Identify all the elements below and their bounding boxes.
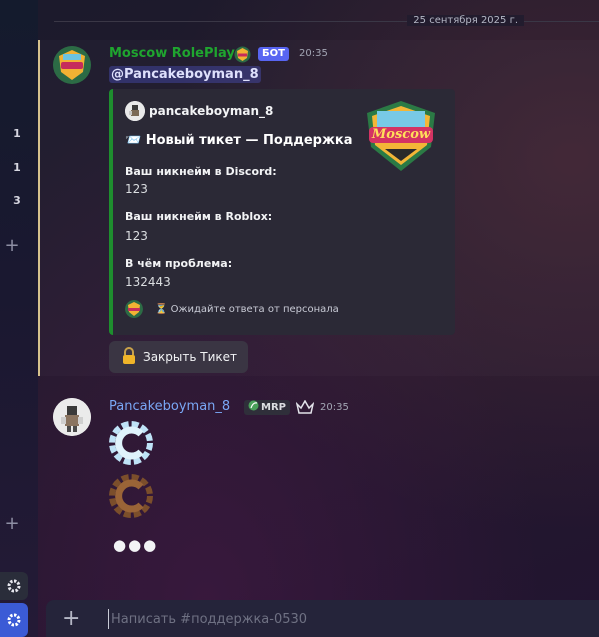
add-server-icon[interactable]: + <box>0 237 24 255</box>
brown-c-emoji-icon[interactable] <box>108 473 154 523</box>
bot-badge: БОТ <box>258 47 289 61</box>
embed-footer-icon <box>125 300 143 318</box>
attach-plus-icon[interactable]: + <box>62 608 80 630</box>
blue-c-emoji-icon[interactable] <box>108 420 154 470</box>
embed-author-avatar <box>125 101 145 121</box>
message-composer: + <box>46 600 599 637</box>
crown-icon <box>295 399 315 418</box>
embed-field-value: 123 <box>125 229 148 243</box>
bot-author-icon <box>234 46 251 67</box>
message-author[interactable]: Moscow RolePlay <box>109 46 235 61</box>
close-ticket-label: Закрыть Тикет <box>143 350 238 364</box>
add-server-icon[interactable]: + <box>0 515 24 533</box>
user-mention[interactable]: @Pancakeboyman_8 <box>109 66 261 83</box>
thumbnail-logo-text: Moscow <box>371 127 431 142</box>
embed-footer: ⏳ Ожидайте ответа от персонала <box>155 304 339 315</box>
embed-title: 📨 Новый тикет — Поддержка <box>125 133 353 148</box>
embed-thumbnail: Moscow <box>361 99 441 173</box>
server-rail: 1 1 3 + + <box>0 0 38 637</box>
message-author[interactable]: Pancakeboyman_8 <box>109 399 230 414</box>
gear-icon[interactable] <box>0 572 28 600</box>
embed-field-name: Ваш никнейм в Discord: <box>125 165 277 178</box>
date-divider: 25 сентября 2025 г. <box>407 15 524 26</box>
role-tag-label: MRP <box>261 402 286 413</box>
typing-indicator: ●●● <box>113 536 159 554</box>
server-badge[interactable]: 1 <box>0 127 34 140</box>
lock-icon <box>121 346 137 368</box>
server-badge[interactable]: 1 <box>0 161 34 174</box>
embed-field-name: В чём проблема: <box>125 257 233 270</box>
embed-field-value: 132443 <box>125 275 171 289</box>
embed-author[interactable]: pancakeboyman_8 <box>149 104 273 118</box>
bot-avatar[interactable] <box>53 46 91 84</box>
server-badge[interactable]: 3 <box>0 194 34 207</box>
leaf-icon <box>248 400 259 416</box>
chat-area: 25 сентября 2025 г. Moscow RolePlay БОТ … <box>38 0 599 637</box>
user-avatar[interactable] <box>53 398 91 436</box>
embed-field-value: 123 <box>125 182 148 196</box>
message-input[interactable] <box>108 609 568 629</box>
close-ticket-button[interactable]: Закрыть Тикет <box>109 341 248 373</box>
ticket-embed: pancakeboyman_8 📨 Новый тикет — Поддержк… <box>109 89 455 335</box>
message-time: 20:35 <box>299 48 328 59</box>
gear-icon[interactable] <box>0 603 28 637</box>
embed-field-name: Ваш никнейм в Roblox: <box>125 210 273 223</box>
message-time: 20:35 <box>320 402 349 413</box>
role-tag: MRP <box>244 400 290 415</box>
